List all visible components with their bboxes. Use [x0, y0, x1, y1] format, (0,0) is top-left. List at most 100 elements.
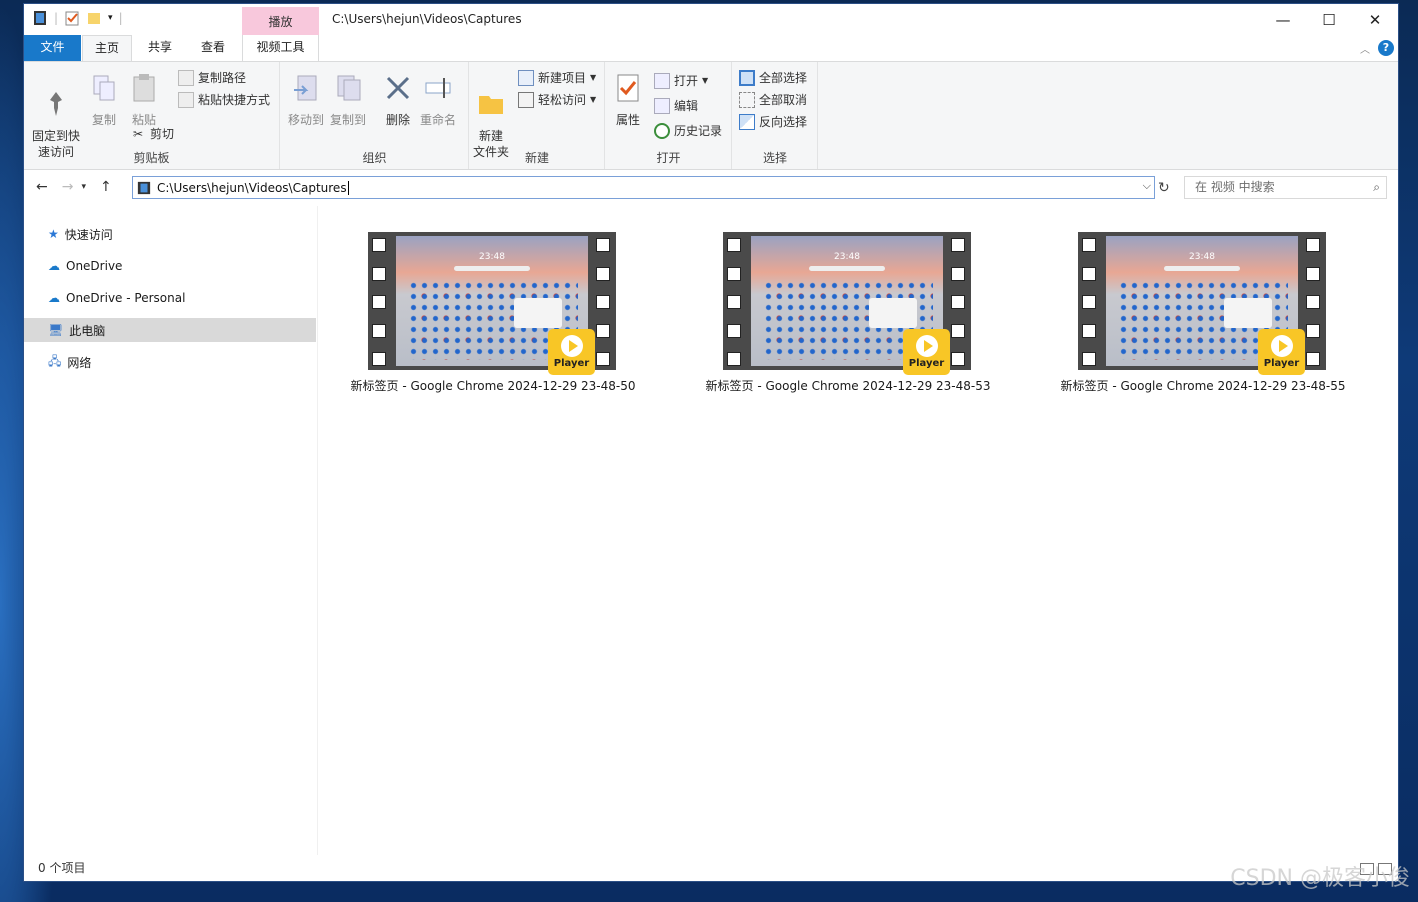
search-input[interactable]: 在 视频 中搜索 ⌕ [1184, 176, 1387, 199]
sidebar-item-quick-access[interactable]: ★ 快速访问 [24, 222, 316, 246]
sidebar-item-label: OneDrive - Personal [66, 291, 186, 305]
new-folder-icon[interactable] [86, 10, 102, 26]
paste-button[interactable]: 粘贴 [128, 72, 160, 128]
file-name: 新标签页 - Google Chrome 2024-12-29 23-48-53 [705, 379, 991, 393]
tab-video-tools[interactable]: 视频工具 [242, 35, 319, 61]
history-button[interactable]: 历史记录 [654, 122, 722, 139]
history-label: 历史记录 [674, 124, 723, 138]
select-all-icon [739, 69, 755, 86]
select-group: 全部选择 全部取消 反向选择 选择 [733, 62, 818, 169]
search-icon: ⌕ [1373, 180, 1380, 194]
star-icon: ★ [48, 227, 59, 241]
copy-to-icon [337, 75, 361, 101]
address-dropdown-icon[interactable]: ⌵ [1143, 179, 1151, 193]
move-to-label: 移动到 [287, 113, 324, 127]
invert-selection-icon [739, 113, 755, 130]
search-placeholder: 在 视频 中搜索 [1195, 180, 1275, 194]
properties-icon [617, 74, 639, 102]
open-label: 打开 [674, 74, 699, 88]
tab-play-context[interactable]: 播放 [242, 7, 319, 35]
nav-buttons: ← → ▾ ↑ [36, 179, 112, 195]
cut-label: 剪切 [150, 127, 175, 141]
open-icon [654, 72, 670, 89]
cut-button[interactable]: ✂ 剪切 [130, 125, 174, 142]
chevron-down-icon: ▼ [702, 76, 709, 85]
clipboard-group-label: 剪贴板 [133, 151, 170, 165]
move-to-icon [294, 75, 317, 101]
sidebar-item-label: 快速访问 [64, 227, 113, 242]
sidebar-item-onedrive[interactable]: ☁ OneDrive [24, 254, 316, 278]
address-bar[interactable]: C:\Users\hejun\Videos\Captures ⌵ [132, 176, 1155, 199]
sidebar-item-label: OneDrive [66, 259, 123, 273]
ribbon: 固定到快 速访问 复制 粘贴 复制路径 粘贴快捷方式 ✂ 剪切 剪贴板 移动到 … [24, 61, 1398, 170]
forward-arrow-icon[interactable]: → [62, 179, 74, 195]
edit-label: 编辑 [674, 99, 699, 113]
copy-button[interactable]: 复制 [88, 72, 120, 128]
maximize-icon[interactable]: ☐ [1306, 4, 1352, 35]
recent-locations-chevron-icon[interactable]: ▾ [81, 182, 86, 192]
close-icon[interactable]: ✕ [1352, 4, 1398, 35]
cloud-icon: ☁ [48, 259, 60, 273]
chevron-down-icon: ▼ [590, 73, 597, 82]
select-none-icon [739, 91, 755, 108]
pin-to-quick-access-button[interactable]: 固定到快 速访问 [30, 72, 82, 160]
select-all-button[interactable]: 全部选择 [739, 69, 807, 86]
navigation-pane: ★ 快速访问 ☁ OneDrive ☁ OneDrive - Personal … [24, 206, 318, 856]
computer-icon: 🖥 [48, 323, 64, 337]
play-icon [1270, 335, 1293, 357]
title-bar[interactable]: | ▾ | 播放 C:\Users\hejun\Videos\Captures … [24, 4, 1398, 35]
invert-selection-button[interactable]: 反向选择 [739, 113, 807, 130]
copy-icon [93, 75, 115, 101]
easy-access-label: 轻松访问 [538, 93, 587, 107]
address-path[interactable]: C:\Users\hejun\Videos\Captures [157, 181, 347, 195]
minimize-icon[interactable]: — [1260, 4, 1306, 35]
refresh-icon[interactable]: ↻ [1158, 180, 1170, 196]
collapse-ribbon-icon[interactable]: ︿ [1360, 41, 1370, 56]
open-button[interactable]: 打开 ▼ [654, 72, 708, 89]
ribbon-help-area: ︿ ? [1360, 40, 1394, 56]
help-icon[interactable]: ? [1378, 40, 1394, 56]
organize-group-label: 组织 [362, 151, 387, 165]
new-folder-button[interactable]: 新建 文件夹 [470, 72, 512, 160]
thumbnail-time: 23:48 [834, 252, 860, 262]
easy-access-button[interactable]: 轻松访问 ▼ [518, 91, 596, 108]
paste-shortcut-button[interactable]: 粘贴快捷方式 [178, 91, 270, 108]
play-icon [560, 335, 583, 357]
separator: | [118, 11, 123, 25]
copy-path-label: 复制路径 [198, 71, 247, 85]
select-none-button[interactable]: 全部取消 [739, 91, 807, 108]
new-group: 新建 文件夹 新建项目 ▼ 轻松访问 ▼ 新建 [470, 62, 605, 169]
file-list: 23:48 Player 新标签页 - Google Chrome 2024-1… [319, 206, 1398, 856]
folder-icon [479, 96, 503, 114]
sidebar-item-network[interactable]: 🖧 网络 [24, 350, 316, 374]
rename-button[interactable]: 重命名 [417, 72, 459, 128]
edit-button[interactable]: 编辑 [654, 97, 698, 114]
properties-button[interactable]: 属性 [610, 72, 646, 128]
tab-view[interactable]: 查看 [189, 35, 237, 61]
play-icon [915, 335, 938, 357]
new-item-button[interactable]: 新建项目 ▼ [518, 69, 596, 86]
tab-home[interactable]: 主页 [82, 35, 132, 62]
sidebar-item-label: 网络 [67, 355, 92, 370]
delete-x-icon [386, 76, 410, 100]
tab-share[interactable]: 共享 [134, 35, 186, 61]
sidebar-item-label: 此电脑 [69, 323, 106, 338]
up-arrow-icon[interactable]: ↑ [100, 179, 112, 195]
open-group-label: 打开 [656, 151, 681, 165]
back-arrow-icon[interactable]: ← [36, 179, 48, 195]
file-name: 新标签页 - Google Chrome 2024-12-29 23-48-50 [350, 379, 636, 393]
tab-file[interactable]: 文件 [24, 35, 81, 61]
move-to-button[interactable]: 移动到 [285, 72, 327, 128]
quick-access-toolbar: | ▾ | [32, 10, 123, 26]
scissors-icon: ✂ [132, 126, 144, 141]
delete-button[interactable]: 删除 [381, 72, 415, 128]
properties-check-icon[interactable] [64, 10, 80, 26]
file-name: 新标签页 - Google Chrome 2024-12-29 23-48-55 [1060, 379, 1346, 393]
customize-quick-access-icon[interactable]: ▾ [108, 13, 113, 23]
copy-path-button[interactable]: 复制路径 [178, 69, 246, 86]
copy-to-button[interactable]: 复制到 [327, 72, 369, 128]
sidebar-item-this-pc[interactable]: 🖥 此电脑 [24, 318, 316, 342]
player-badge: Player [903, 329, 950, 375]
properties-label: 属性 [615, 113, 640, 127]
sidebar-item-onedrive-personal[interactable]: ☁ OneDrive - Personal [24, 286, 316, 310]
